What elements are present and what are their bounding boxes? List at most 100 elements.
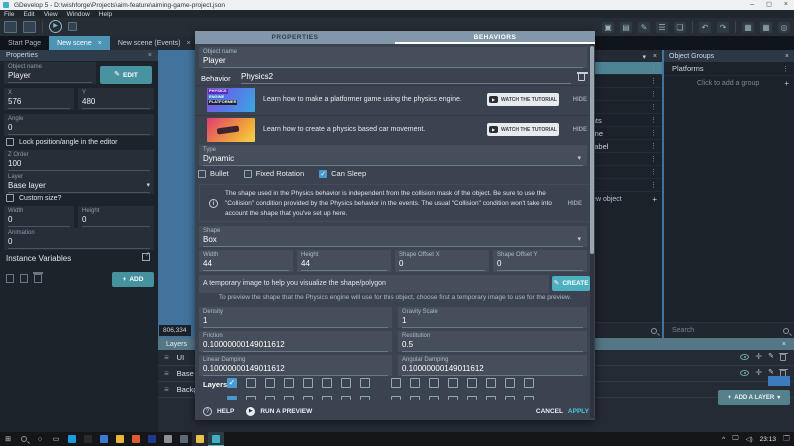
object-name-field[interactable]: Object namePlayer bbox=[199, 47, 587, 68]
app-blue-icon[interactable] bbox=[96, 432, 112, 446]
add-group-row[interactable]: Click to add a group + bbox=[664, 76, 794, 90]
type-select[interactable]: TypeDynamic ▾ bbox=[199, 145, 587, 166]
edit-layer-icon[interactable]: ✎ bbox=[768, 353, 774, 361]
file-explorer-icon[interactable] bbox=[192, 432, 208, 446]
menu-item-file[interactable]: File bbox=[4, 11, 14, 18]
mask-checkbox-14[interactable] bbox=[505, 396, 515, 400]
mask-checkbox-10[interactable] bbox=[429, 396, 439, 400]
tutorial-thumbnail[interactable]: PHYSICS ENGINE PLATFORMER bbox=[207, 88, 255, 112]
layer-checkbox-8[interactable] bbox=[391, 378, 401, 388]
tutorial-thumbnail[interactable] bbox=[207, 118, 255, 142]
flag-can-sleep-checkbox[interactable]: Can Sleep bbox=[319, 169, 366, 178]
open-variables-icon[interactable] bbox=[142, 253, 150, 261]
visibility-icon[interactable] bbox=[740, 354, 749, 360]
watch-tutorial-button[interactable]: ▶ WATCH THE TUTORIAL bbox=[487, 123, 559, 136]
layer-checkbox-1[interactable] bbox=[246, 378, 256, 388]
redo-icon[interactable]: ↷ bbox=[717, 22, 729, 33]
app-grey-icon[interactable] bbox=[160, 432, 176, 446]
delete-behavior-icon[interactable] bbox=[578, 73, 585, 81]
play-icon[interactable]: ▶ bbox=[246, 407, 255, 416]
objects-list-icon[interactable]: ☰ bbox=[656, 22, 668, 33]
mask-checkbox-9[interactable] bbox=[410, 396, 420, 400]
angle-field[interactable]: Angle0 bbox=[4, 114, 154, 136]
app-orange-icon[interactable] bbox=[128, 432, 144, 446]
preview-play-icon[interactable]: ▶ bbox=[49, 20, 62, 33]
gdevelop-icon[interactable] bbox=[208, 432, 224, 446]
layer-checkbox-2[interactable] bbox=[265, 378, 275, 388]
more-options-icon[interactable]: ⋮ bbox=[650, 77, 657, 85]
edit-object-button[interactable]: ✎EDIT bbox=[100, 66, 152, 84]
more-options-icon[interactable]: ⋮ bbox=[650, 181, 657, 189]
checkbox-icon[interactable] bbox=[244, 170, 252, 178]
friction-field[interactable]: Friction0.10000000149011612 bbox=[199, 331, 392, 352]
checkbox-icon[interactable] bbox=[319, 170, 327, 178]
shape-select[interactable]: ShapeBox ▾ bbox=[199, 226, 587, 247]
temp-image-field[interactable]: A temporary image to help you visualize … bbox=[199, 275, 549, 293]
watch-tutorial-button[interactable]: ▶ WATCH THE TUTORIAL bbox=[487, 93, 559, 106]
search-icon[interactable] bbox=[16, 432, 32, 446]
add-group-icon[interactable]: ▤ bbox=[620, 22, 632, 33]
delete-icon[interactable] bbox=[34, 274, 42, 283]
shape-height-field[interactable]: Height44 bbox=[297, 250, 391, 272]
more-options-icon[interactable]: ⋮ bbox=[650, 64, 657, 72]
task-view-icon[interactable]: ▭ bbox=[48, 432, 64, 446]
close-tab-icon[interactable]: × bbox=[186, 40, 190, 47]
hide-tutorial-button[interactable]: HIDE bbox=[573, 127, 587, 133]
checkbox-icon[interactable] bbox=[198, 170, 206, 178]
app-yellow-icon[interactable] bbox=[112, 432, 128, 446]
grid-settings-icon[interactable]: ▦ bbox=[742, 22, 754, 33]
zoom-icon[interactable]: ◎ bbox=[778, 22, 790, 33]
tab-new-scene[interactable]: New scene× bbox=[49, 36, 110, 50]
layer-checkbox-12[interactable] bbox=[467, 378, 477, 388]
tab-new-scene-events[interactable]: New scene (Events)× bbox=[110, 36, 199, 50]
mask-checkbox-2[interactable] bbox=[265, 396, 275, 400]
more-options-icon[interactable]: ⋮ bbox=[782, 65, 789, 73]
layer-checkbox-13[interactable] bbox=[486, 378, 496, 388]
group-row-platforms[interactable]: Platforms ⋮ bbox=[664, 62, 794, 76]
minimize-button[interactable]: – bbox=[750, 0, 754, 10]
cortana-icon[interactable]: ○ bbox=[32, 432, 48, 446]
more-options-icon[interactable]: ⋮ bbox=[650, 168, 657, 176]
x-field[interactable]: X576 bbox=[4, 88, 74, 110]
add-object-icon[interactable]: ▣ bbox=[602, 22, 614, 33]
layer-checkbox-14[interactable] bbox=[505, 378, 515, 388]
checkbox-icon[interactable] bbox=[6, 138, 14, 146]
y-field[interactable]: Y480 bbox=[78, 88, 154, 110]
drag-handle-icon[interactable]: ≡ bbox=[164, 353, 169, 362]
checkbox-icon[interactable] bbox=[6, 194, 14, 202]
linear-damping-field[interactable]: Linear Damping0.10000000149011612 bbox=[199, 355, 392, 376]
mask-checkbox-0[interactable] bbox=[227, 396, 237, 400]
app-steel-icon[interactable] bbox=[176, 432, 192, 446]
maximize-button[interactable]: ◻ bbox=[766, 0, 772, 10]
density-field[interactable]: Density1 bbox=[199, 307, 392, 328]
close-panel-icon[interactable]: × bbox=[653, 53, 657, 60]
layer-color-swatch[interactable] bbox=[768, 376, 790, 386]
more-options-icon[interactable]: ⋮ bbox=[650, 129, 657, 137]
app-navy-icon[interactable] bbox=[144, 432, 160, 446]
edit-scene-icon[interactable]: ✎ bbox=[638, 22, 650, 33]
menu-item-edit[interactable]: Edit bbox=[23, 11, 34, 18]
app-dark-icon[interactable] bbox=[80, 432, 96, 446]
debugger-icon[interactable] bbox=[68, 22, 77, 31]
more-options-icon[interactable]: ⋮ bbox=[650, 142, 657, 150]
width-field[interactable]: Width0 bbox=[4, 206, 74, 228]
more-options-icon[interactable]: ⋮ bbox=[650, 90, 657, 98]
more-options-icon[interactable]: ⋮ bbox=[650, 155, 657, 163]
close-tab-icon[interactable]: × bbox=[98, 40, 102, 47]
custom-size-checkbox[interactable]: Custom size? bbox=[6, 194, 61, 202]
hide-tutorial-button[interactable]: HIDE bbox=[573, 97, 587, 103]
menu-item-view[interactable]: View bbox=[44, 11, 58, 18]
layer-checkbox-15[interactable] bbox=[524, 378, 534, 388]
menu-item-help[interactable]: Help bbox=[99, 11, 112, 18]
flag-fixed-rotation-checkbox[interactable]: Fixed Rotation bbox=[244, 169, 304, 178]
filter-chevron-icon[interactable]: ▾ bbox=[642, 53, 646, 61]
shape-width-field[interactable]: Width44 bbox=[199, 250, 293, 272]
close-button[interactable]: × bbox=[784, 0, 788, 10]
gravity-scale-field[interactable]: Gravity Scale1 bbox=[398, 307, 587, 328]
project-manager-icon[interactable] bbox=[4, 21, 17, 33]
layer-checkbox-9[interactable] bbox=[410, 378, 420, 388]
run-preview-button[interactable]: RUN A PREVIEW bbox=[260, 408, 312, 415]
delete-layer-icon[interactable] bbox=[780, 354, 786, 361]
mask-checkbox-13[interactable] bbox=[486, 396, 496, 400]
drag-handle-icon[interactable]: ≡ bbox=[164, 369, 169, 378]
